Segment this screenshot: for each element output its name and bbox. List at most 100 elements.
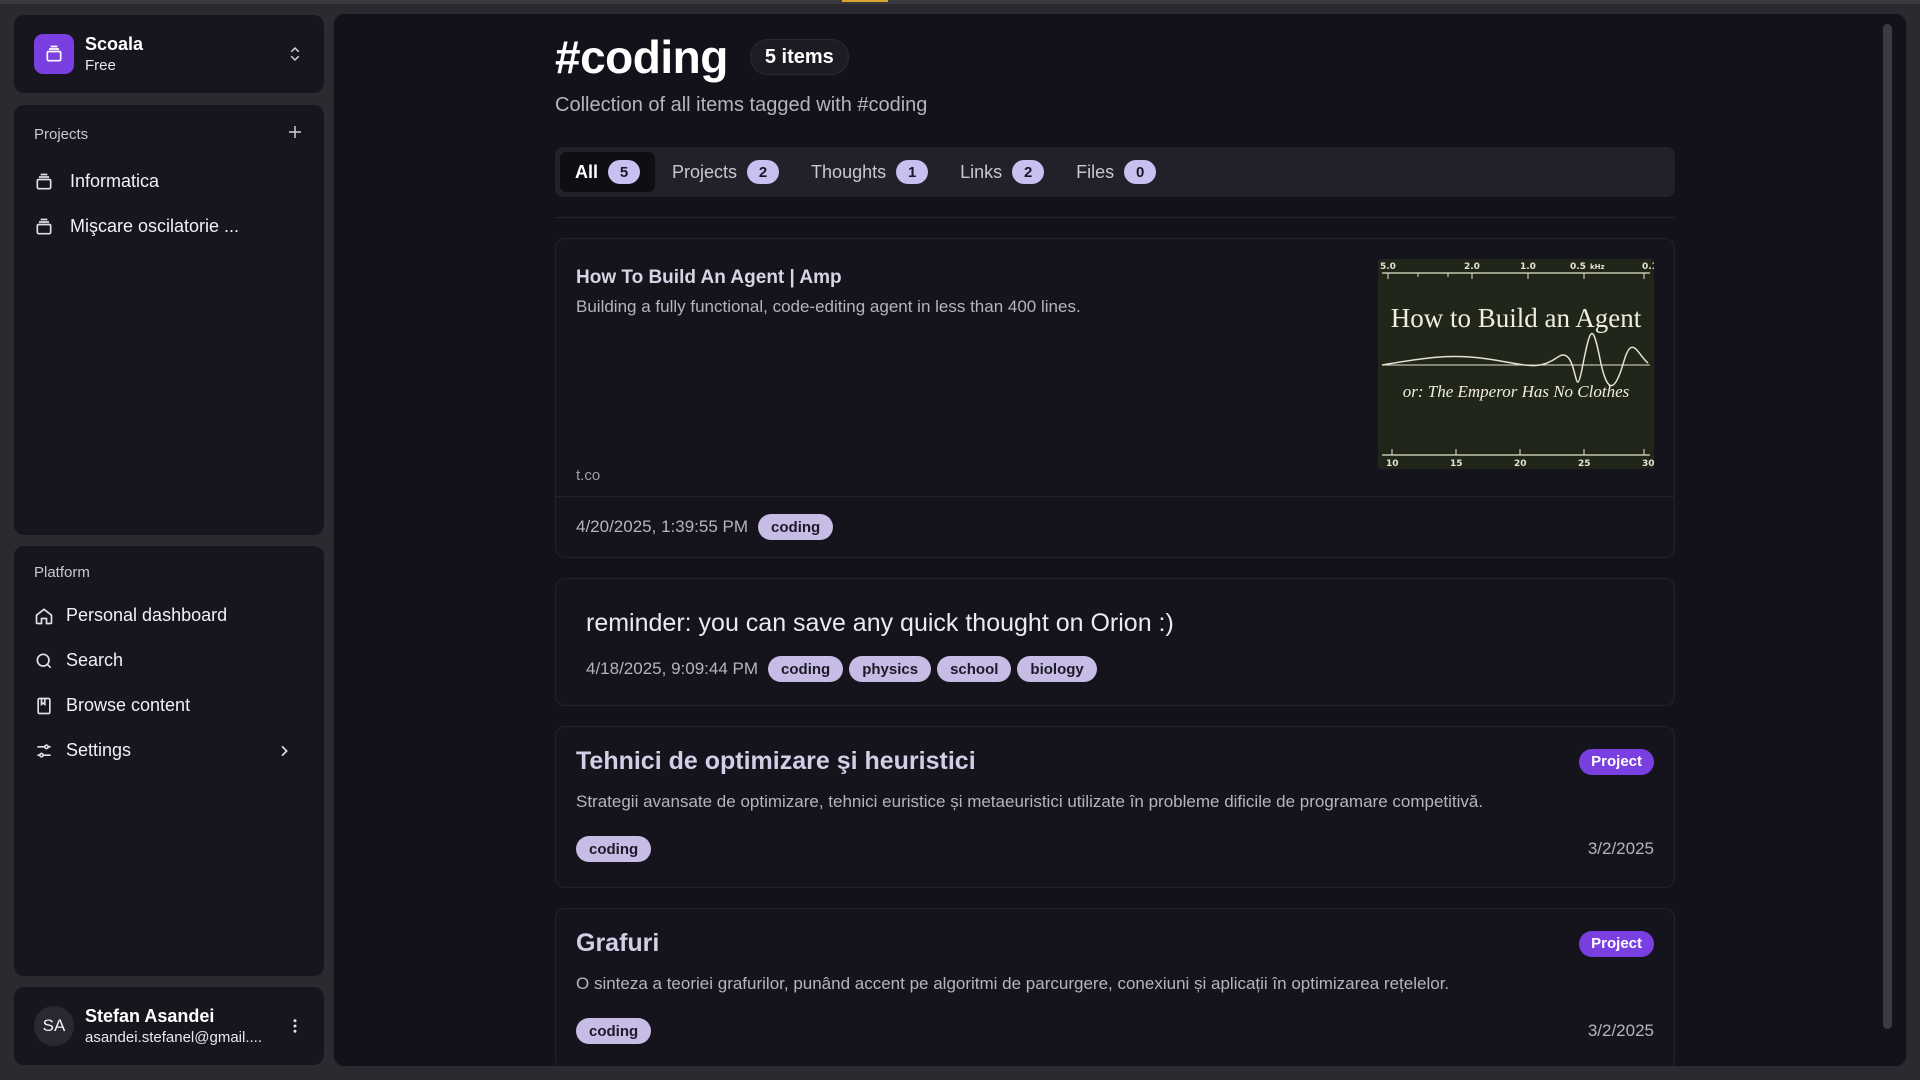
thumb-bottom-tick: 30	[1642, 459, 1654, 469]
nav-label: Search	[66, 650, 124, 670]
tab-all[interactable]: All 5	[560, 152, 656, 192]
thumb-top-unit: kHz	[1590, 263, 1605, 271]
more-vertical-icon[interactable]	[286, 1016, 304, 1036]
sliders-icon	[37, 743, 51, 758]
project-item-informatica[interactable]: Informatica	[34, 159, 304, 204]
workspace-logo	[34, 34, 74, 74]
tag-chip[interactable]: coding	[758, 514, 834, 540]
chevron-right-icon	[281, 745, 288, 756]
page-subtitle: Collection of all items tagged with #cod…	[555, 94, 928, 116]
tag-chip[interactable]: biology	[1017, 656, 1097, 682]
main-panel: #coding 5 items Collection of all items …	[334, 14, 1906, 1066]
thought-date: 4/18/2025, 9:09:44 PM	[586, 659, 759, 678]
tab-count: 0	[1124, 160, 1157, 184]
project-card-description: Strategii avansate de optimizare, tehnic…	[576, 792, 1484, 811]
page-title: #coding	[555, 31, 728, 83]
link-domain: t.co	[576, 467, 601, 484]
divider	[555, 217, 1675, 218]
nav-settings[interactable]: Settings	[34, 728, 304, 773]
workspace-plan: Free	[85, 57, 116, 74]
project-card-date: 3/2/2025	[1587, 1021, 1654, 1040]
tag-chip[interactable]: coding	[768, 656, 844, 682]
link-card[interactable]: How To Build An Agent | Amp Building a f…	[555, 238, 1675, 558]
tab-label: Links	[960, 161, 1003, 182]
tab-files[interactable]: Files 0	[1061, 152, 1171, 192]
project-card-date: 3/2/2025	[1587, 839, 1654, 858]
user-email: asandei.stefanel@gmail....	[85, 1029, 262, 1046]
tab-count: 2	[747, 160, 780, 184]
thumb-title: How to Build an Agent	[1391, 303, 1642, 333]
avatar: SA	[34, 1006, 74, 1046]
search-icon	[36, 653, 52, 668]
tab-label: All	[575, 161, 599, 182]
thumb-top-tick: 0.1	[1642, 262, 1654, 272]
projects-panel: Projects Informatica Mişcare oscilatorie…	[14, 105, 324, 535]
chevrons-up-down-icon[interactable]	[286, 44, 304, 64]
thumb-bottom-tick: 15	[1450, 459, 1463, 469]
thumb-top-tick: 5.0	[1380, 262, 1396, 272]
home-icon	[35, 607, 53, 624]
tag-chip[interactable]: physics	[849, 656, 932, 682]
workspace-name: Scoala	[85, 34, 144, 54]
link-title[interactable]: How To Build An Agent | Amp	[576, 267, 1378, 289]
workspace-switcher[interactable]: Scoala Free	[14, 15, 324, 93]
user-menu[interactable]: SA Stefan Asandei asandei.stefanel@gmail…	[14, 987, 324, 1065]
tag-chip[interactable]: coding	[576, 1018, 652, 1044]
project-card[interactable]: Grafuri Project O sinteza a teoriei graf…	[555, 908, 1675, 1066]
project-card-description: O sinteza a teoriei grafurilor, punând a…	[576, 974, 1450, 993]
link-date: 4/20/2025, 1:39:55 PM	[576, 517, 749, 536]
thumb-top-tick: 1.0	[1520, 262, 1536, 272]
nav-search[interactable]: Search	[34, 638, 304, 683]
project-card[interactable]: Tehnici de optimizare şi heuristici Proj…	[555, 726, 1675, 888]
add-project-icon[interactable]	[286, 123, 304, 145]
tab-thoughts[interactable]: Thoughts 1	[796, 152, 943, 192]
nav-label: Browse content	[66, 695, 191, 715]
tab-links[interactable]: Links 2	[945, 152, 1059, 192]
thumb-subtitle: or: The Emperor Has No Clothes	[1403, 382, 1630, 401]
tab-label: Projects	[672, 161, 738, 182]
thumb-bottom-tick: 10	[1386, 459, 1399, 469]
platform-panel: Platform Personal dashboard Search Brows…	[14, 546, 324, 976]
tab-projects[interactable]: Projects 2	[657, 152, 794, 192]
nav-personal-dashboard[interactable]: Personal dashboard	[34, 593, 304, 638]
nav-browse-content[interactable]: Browse content	[34, 683, 304, 728]
archive-icon	[46, 45, 62, 62]
user-name: Stefan Asandei	[85, 1006, 215, 1026]
link-thumbnail: 5.0 2.0 1.0 0.5 kHz 0.1 10 15 20 25 30	[1378, 259, 1654, 469]
project-item-miscare-oscilatorie[interactable]: Mişcare oscilatorie ...	[34, 204, 304, 249]
tab-count: 2	[1012, 160, 1045, 184]
archive-icon	[36, 173, 52, 189]
project-type-badge: Project	[1579, 930, 1654, 957]
thought-text: reminder: you can save any quick thought…	[586, 609, 1174, 637]
thumb-bottom-tick: 20	[1514, 459, 1527, 469]
book-icon	[37, 697, 51, 714]
project-item-label: Mişcare oscilatorie ...	[70, 216, 240, 236]
filter-tabs: All 5 Projects 2 Thoughts 1 Links 2 File…	[555, 147, 1675, 197]
thumbnail-graphic: 5.0 2.0 1.0 0.5 kHz 0.1 10 15 20 25 30	[1378, 259, 1654, 469]
link-description: Building a fully functional, code-editin…	[576, 297, 1081, 316]
tab-count: 5	[608, 160, 641, 184]
tab-label: Thoughts	[811, 161, 887, 182]
nav-label: Settings	[66, 740, 132, 760]
thumb-top-tick: 2.0	[1464, 262, 1480, 272]
tag-page-content: #coding 5 items Collection of all items …	[555, 14, 1675, 1066]
tab-label: Files	[1076, 161, 1115, 182]
scrollbar[interactable]	[1883, 24, 1892, 1029]
item-count-badge: 5 items	[749, 39, 849, 75]
window-top-bar	[0, 0, 1920, 4]
top-accent-line	[842, 0, 888, 2]
thumb-bottom-tick: 25	[1578, 459, 1591, 469]
platform-heading: Platform	[34, 564, 90, 581]
project-item-label: Informatica	[70, 171, 160, 191]
tag-chip[interactable]: school	[937, 656, 1012, 682]
tab-count: 1	[896, 160, 929, 184]
tag-chip[interactable]: coding	[576, 836, 652, 862]
project-type-badge: Project	[1579, 748, 1654, 775]
archive-icon	[36, 218, 52, 234]
thumb-top-tick: 0.5	[1570, 262, 1586, 272]
project-card-title[interactable]: Grafuri	[576, 929, 659, 958]
projects-heading: Projects	[34, 125, 89, 143]
project-card-title[interactable]: Tehnici de optimizare şi heuristici	[576, 747, 976, 776]
nav-label: Personal dashboard	[66, 605, 228, 625]
thought-card[interactable]: reminder: you can save any quick thought…	[555, 578, 1675, 706]
